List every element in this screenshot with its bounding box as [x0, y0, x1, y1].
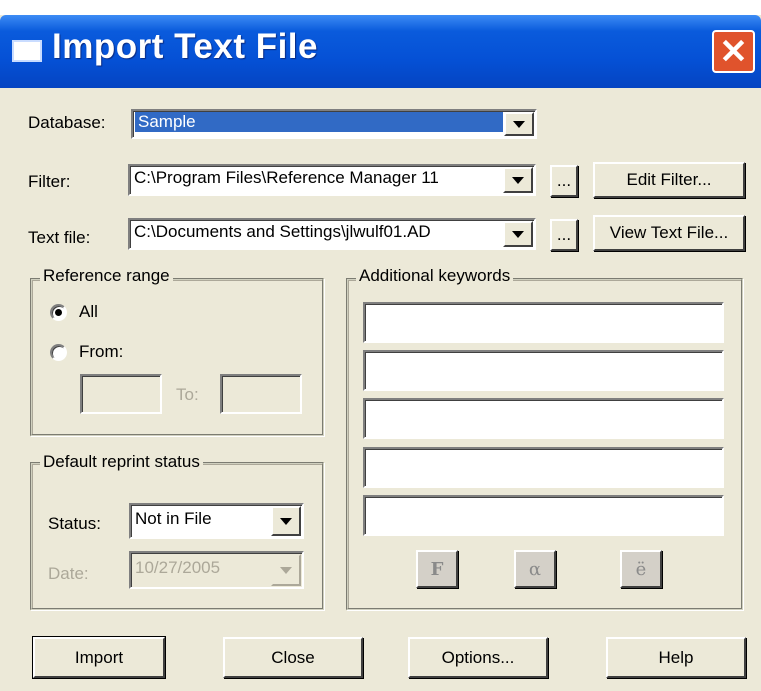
import-button[interactable]: Import — [32, 636, 166, 679]
help-button[interactable]: Help — [606, 637, 746, 678]
textfile-select[interactable]: C:\Documents and Settings\jlwulf01.AD — [128, 218, 536, 250]
database-select[interactable]: Sample — [131, 109, 537, 139]
chevron-down-icon — [280, 517, 292, 525]
database-dropdown-button[interactable] — [504, 112, 534, 136]
keyword-field-2[interactable] — [363, 350, 724, 391]
database-label: Database: — [28, 113, 106, 132]
reference-range-legend: Reference range — [40, 266, 173, 286]
close-button[interactable]: Close — [223, 637, 363, 678]
status-select[interactable]: Not in File — [129, 503, 304, 539]
filter-browse-button[interactable]: ... — [550, 165, 578, 197]
keywords-legend: Additional keywords — [356, 266, 514, 286]
keyword-field-1[interactable] — [363, 302, 724, 343]
filter-value: C:\Program Files\Reference Manager 11 — [134, 168, 439, 187]
chevron-down-icon — [512, 176, 524, 184]
date-value: 10/27/2005 — [135, 558, 221, 577]
radio-all[interactable] — [50, 304, 67, 321]
filter-dropdown-button[interactable] — [503, 167, 533, 193]
window-title: Import Text File — [52, 27, 318, 66]
range-from-input[interactable] — [80, 374, 162, 414]
reprint-status-legend: Default reprint status — [40, 452, 203, 472]
status-value: Not in File — [135, 509, 212, 528]
radio-from[interactable] — [50, 344, 67, 361]
status-label: Status: — [48, 514, 101, 533]
options-button[interactable]: Options... — [408, 637, 548, 678]
filter-select[interactable]: C:\Program Files\Reference Manager 11 — [128, 164, 536, 196]
textfile-value: C:\Documents and Settings\jlwulf01.AD — [134, 222, 431, 241]
radio-all-label: All — [79, 302, 98, 321]
chevron-down-icon — [280, 566, 292, 574]
database-value: Sample — [135, 112, 503, 132]
keyword-field-3[interactable] — [363, 398, 724, 439]
filter-label: Filter: — [28, 172, 71, 191]
symbol-button-f[interactable]: F — [416, 550, 458, 588]
keyword-field-4[interactable] — [363, 447, 724, 488]
range-to-label: To: — [176, 385, 199, 404]
textfile-browse-button[interactable]: ... — [550, 219, 578, 251]
radio-selected-dot — [55, 309, 62, 316]
symbol-button-e-umlaut[interactable]: ë — [620, 550, 662, 588]
date-dropdown-button[interactable] — [271, 554, 301, 586]
date-select[interactable]: 10/27/2005 — [129, 551, 304, 589]
view-text-file-button[interactable]: View Text File... — [593, 215, 745, 251]
edit-filter-button[interactable]: Edit Filter... — [593, 162, 745, 198]
symbol-button-alpha[interactable]: α — [514, 550, 556, 588]
keyword-field-5[interactable] — [363, 495, 724, 536]
range-to-input[interactable] — [220, 374, 302, 414]
chevron-down-icon — [513, 120, 525, 128]
window-icon — [12, 40, 42, 62]
date-label: Date: — [48, 564, 89, 583]
close-icon[interactable]: ✕ — [712, 30, 755, 73]
chevron-down-icon — [512, 230, 524, 238]
textfile-label: Text file: — [28, 228, 91, 247]
status-dropdown-button[interactable] — [271, 506, 301, 536]
radio-from-label: From: — [79, 342, 124, 361]
textfile-dropdown-button[interactable] — [503, 221, 533, 247]
